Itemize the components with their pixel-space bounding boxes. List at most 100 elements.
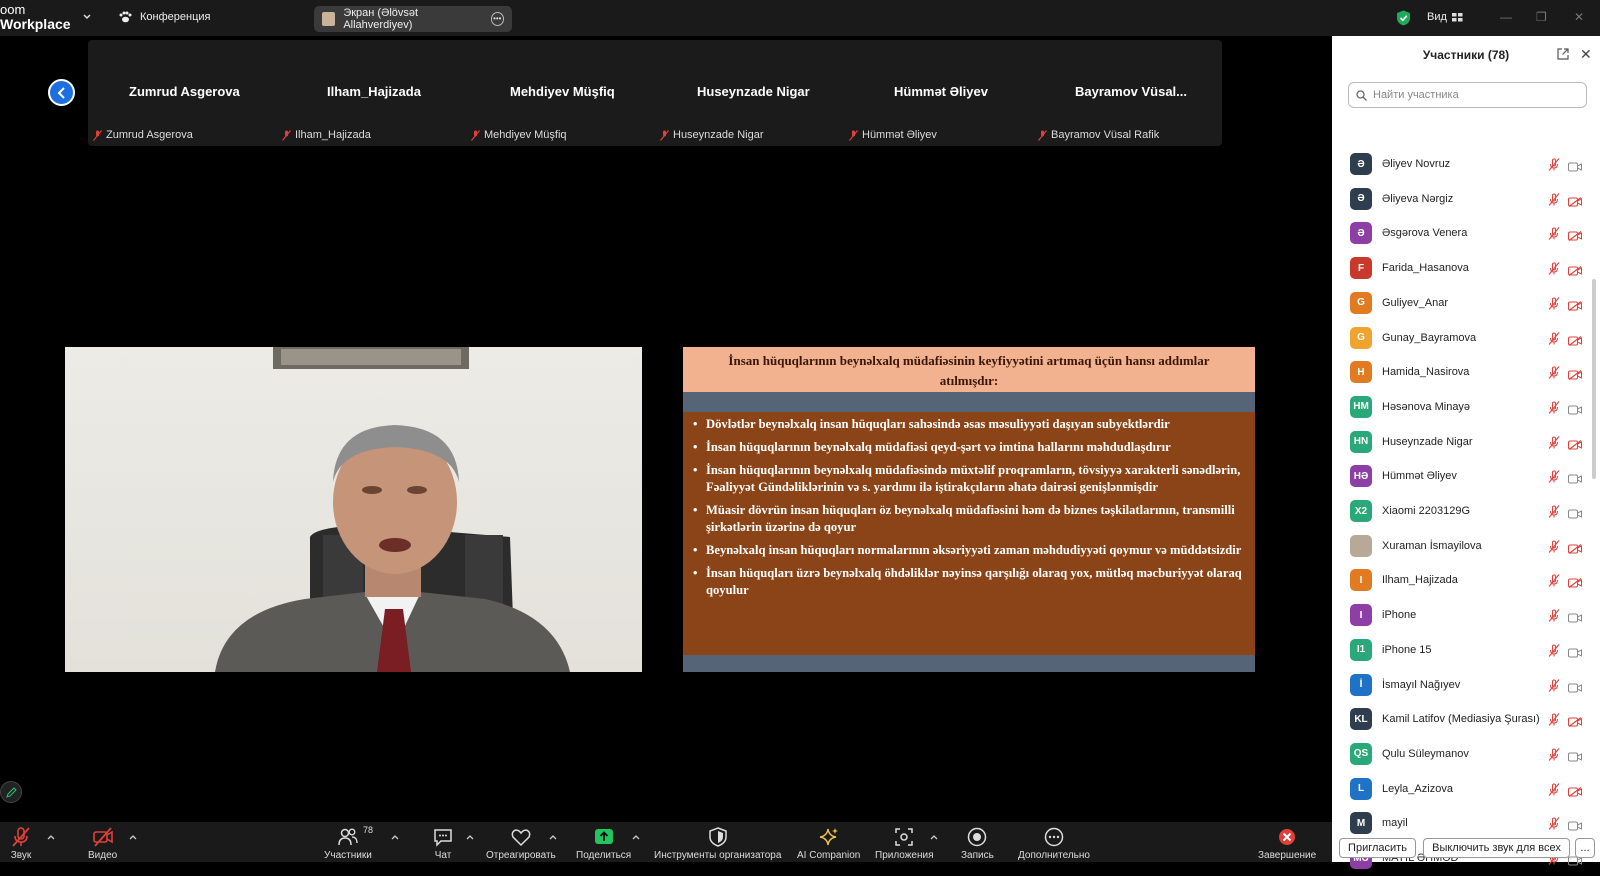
panel-more-button[interactable]: ... bbox=[1575, 838, 1595, 858]
camera-icon[interactable] bbox=[1568, 680, 1582, 692]
participant-row[interactable]: F Farida_Hasanova bbox=[1332, 252, 1590, 286]
participant-row[interactable]: H Hamida_Nasirova bbox=[1332, 356, 1590, 390]
security-shield-icon[interactable] bbox=[1396, 10, 1411, 26]
mic-muted-icon[interactable] bbox=[1548, 470, 1560, 484]
participant-row[interactable]: Ə Əliyev Novruz bbox=[1332, 148, 1590, 182]
chevron-up-icon[interactable] bbox=[47, 834, 55, 840]
mic-muted-icon[interactable] bbox=[1548, 331, 1560, 345]
react-button[interactable]: Отреагировать bbox=[486, 826, 556, 861]
camera-icon[interactable] bbox=[1568, 645, 1582, 658]
more-button[interactable]: Дополнительно bbox=[1018, 826, 1090, 861]
camera-off-icon[interactable] bbox=[1568, 437, 1582, 450]
filmstrip-prev-button[interactable] bbox=[48, 79, 75, 106]
participant-list-scrollbar[interactable] bbox=[1592, 279, 1596, 479]
mic-muted-icon[interactable] bbox=[1548, 643, 1560, 657]
mic-muted-icon[interactable] bbox=[1548, 366, 1560, 380]
invite-button[interactable]: Пригласить bbox=[1339, 838, 1416, 858]
mic-muted-icon[interactable] bbox=[1548, 401, 1560, 414]
participant-row[interactable]: KL Kamil Latifov (Mediasiya Şurası) bbox=[1332, 703, 1590, 737]
mic-muted-icon[interactable] bbox=[1548, 748, 1560, 761]
camera-icon[interactable] bbox=[1568, 506, 1582, 519]
participant-row[interactable]: Ə Əliyeva Nərgiz bbox=[1332, 183, 1590, 217]
mic-muted-icon[interactable] bbox=[1548, 505, 1560, 518]
camera-off-icon[interactable] bbox=[1568, 263, 1582, 277]
chevron-up-icon[interactable] bbox=[466, 834, 474, 840]
camera-off-icon[interactable] bbox=[1568, 367, 1582, 381]
maximize-icon[interactable]: ❐ bbox=[1536, 10, 1547, 24]
mic-muted-icon[interactable] bbox=[1548, 817, 1560, 831]
meeting-menu[interactable]: Конференция bbox=[118, 11, 210, 23]
camera-icon[interactable] bbox=[1568, 159, 1582, 172]
mic-muted-icon[interactable] bbox=[1548, 574, 1560, 588]
participant-row[interactable]: G Gunay_Bayramova bbox=[1332, 322, 1590, 356]
mic-muted-icon[interactable] bbox=[1548, 713, 1560, 727]
participant-row[interactable]: I1 iPhone 15 bbox=[1332, 634, 1590, 668]
mic-muted-icon[interactable] bbox=[1548, 227, 1560, 241]
share-screen-button[interactable]: Поделиться bbox=[576, 826, 631, 861]
chevron-up-icon[interactable] bbox=[129, 834, 137, 840]
participant-row[interactable]: I Ilham_Hajizada bbox=[1332, 564, 1590, 598]
chevron-up-icon[interactable] bbox=[391, 834, 399, 840]
camera-off-icon[interactable] bbox=[1568, 714, 1582, 728]
apps-button[interactable]: Приложения bbox=[875, 826, 934, 861]
camera-icon[interactable] bbox=[1568, 610, 1582, 623]
video-button[interactable]: Видео bbox=[88, 826, 117, 861]
chevron-up-icon[interactable] bbox=[632, 834, 640, 840]
chat-button[interactable]: Чат bbox=[432, 826, 454, 861]
camera-off-icon[interactable] bbox=[1568, 541, 1582, 554]
participant-row[interactable]: HƏ Hümmət Əliyev bbox=[1332, 460, 1590, 494]
participant-search-input[interactable] bbox=[1348, 82, 1587, 108]
annotate-button[interactable] bbox=[0, 781, 22, 803]
mic-muted-icon[interactable] bbox=[1548, 296, 1560, 310]
participant-row[interactable]: Ə Əsgərova Venera bbox=[1332, 217, 1590, 251]
camera-icon[interactable] bbox=[1568, 471, 1582, 484]
video-tile-name[interactable]: Ilham_Hajizada bbox=[327, 84, 421, 99]
window-close-icon[interactable]: ✕ bbox=[1574, 10, 1584, 24]
close-icon[interactable]: ✕ bbox=[1580, 47, 1592, 61]
camera-icon[interactable] bbox=[1568, 402, 1582, 415]
view-menu[interactable]: Вид bbox=[1427, 11, 1463, 23]
mic-muted-icon[interactable] bbox=[1548, 609, 1560, 622]
popout-icon[interactable] bbox=[1557, 48, 1569, 60]
chevron-down-icon[interactable] bbox=[82, 12, 92, 22]
screen-share-pill[interactable]: Экран (Əlövsət Allahverdiyev) ••• bbox=[314, 6, 512, 32]
participant-row[interactable]: X2 Xiaomi 2203129G bbox=[1332, 495, 1590, 529]
participant-row[interactable]: L Leyla_Azizova bbox=[1332, 773, 1590, 807]
camera-off-icon[interactable] bbox=[1568, 194, 1582, 207]
participant-row[interactable]: Xuraman İsmayilova bbox=[1332, 530, 1590, 564]
camera-off-icon[interactable] bbox=[1568, 575, 1582, 589]
video-tile-name[interactable]: Huseynzade Nigar bbox=[697, 84, 810, 99]
participant-row[interactable]: İ İsmayıl Nağıyev bbox=[1332, 669, 1590, 703]
mic-muted-icon[interactable] bbox=[1548, 192, 1560, 206]
video-tile-name[interactable]: Mehdiyev Müşfiq bbox=[510, 84, 615, 99]
video-tile-name[interactable]: Zumrud Asgerova bbox=[129, 84, 240, 99]
participant-row[interactable]: HN Huseynzade Nigar bbox=[1332, 426, 1590, 460]
audio-button[interactable]: Звук bbox=[10, 826, 32, 861]
mute-all-button[interactable]: Выключить звук для всех bbox=[1423, 838, 1570, 858]
end-meeting-button[interactable]: Завершение bbox=[1258, 826, 1316, 861]
minimize-icon[interactable]: — bbox=[1500, 10, 1512, 24]
ai-companion-button[interactable]: AI Companion bbox=[797, 826, 860, 861]
more-icon[interactable]: ••• bbox=[490, 12, 504, 26]
chevron-up-icon[interactable] bbox=[549, 834, 557, 840]
camera-icon[interactable] bbox=[1568, 749, 1582, 762]
mic-muted-icon[interactable] bbox=[1548, 435, 1560, 449]
camera-off-icon[interactable] bbox=[1568, 784, 1582, 797]
mic-muted-icon[interactable] bbox=[1548, 539, 1560, 553]
participant-row[interactable]: G Guliyev_Anar bbox=[1332, 287, 1590, 321]
host-tools-button[interactable]: Инструменты организатора bbox=[654, 826, 781, 861]
participant-row[interactable]: IiPhone bbox=[1332, 599, 1590, 633]
mic-muted-icon[interactable] bbox=[1548, 782, 1560, 796]
camera-off-icon[interactable] bbox=[1568, 333, 1582, 346]
participant-row[interactable]: QS Qulu Süleymanov bbox=[1332, 738, 1590, 772]
participant-row[interactable]: Mmayil bbox=[1332, 807, 1590, 841]
camera-off-icon[interactable] bbox=[1568, 228, 1582, 242]
mic-muted-icon[interactable] bbox=[1548, 158, 1560, 171]
chevron-up-icon[interactable] bbox=[930, 834, 938, 840]
mic-muted-icon[interactable] bbox=[1548, 678, 1560, 692]
mic-muted-icon[interactable] bbox=[1548, 262, 1560, 275]
video-tile-name[interactable]: Bayramov Vüsal... bbox=[1075, 84, 1187, 99]
camera-icon[interactable] bbox=[1568, 818, 1582, 831]
camera-off-icon[interactable] bbox=[1568, 298, 1582, 311]
participant-row[interactable]: HM Həsənova Minayə bbox=[1332, 391, 1590, 425]
